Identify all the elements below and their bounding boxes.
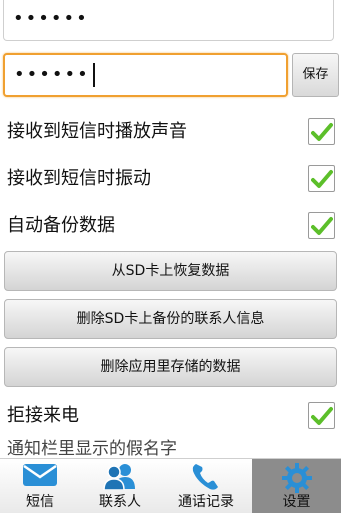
setting-row-auto-backup[interactable]: 自动备份数据 [0,204,341,248]
delete-sd-contacts-button[interactable]: 删除SD卡上备份的联系人信息 [4,299,337,339]
setting-label: 自动备份数据 [7,215,115,236]
tab-contacts[interactable]: 联系人 [80,459,160,513]
tab-label: 通话记录 [178,494,234,510]
tab-label: 设置 [282,494,311,510]
setting-row-sms-sound[interactable]: 接收到短信时播放声音 [0,110,341,154]
tab-settings[interactable]: 设置 [252,459,341,513]
sms-sound-checkbox[interactable] [308,118,335,145]
tab-label: 联系人 [99,494,141,510]
setting-label: 接收到短信时播放声音 [7,121,187,142]
setting-row-sms-vibrate[interactable]: 接收到短信时振动 [0,157,341,201]
setting-label: 拒接来电 [7,405,79,426]
delete-app-data-button[interactable]: 删除应用里存储的数据 [4,347,337,387]
restore-from-sd-button[interactable]: 从SD卡上恢复数据 [4,251,337,291]
tab-sms[interactable]: 短信 [0,459,80,513]
setting-label: 接收到短信时振动 [7,168,151,189]
password-value: •••••• [13,8,89,29]
reject-calls-checkbox[interactable] [308,402,335,429]
gear-icon [281,463,312,493]
password-field-top[interactable]: •••••• [3,0,334,41]
tab-call-log[interactable]: 通话记录 [160,459,252,513]
contacts-icon [103,464,135,490]
checkmark-icon [311,217,333,235]
phone-icon [192,464,218,490]
tab-label: 短信 [26,494,54,510]
text-cursor [92,63,95,87]
bottom-tab-bar: 短信 联系人 通话记录 设置 [0,458,341,513]
fake-name-setting-label[interactable]: 通知栏里显示的假名字 [7,439,177,459]
password-edit-field[interactable]: •••••• [3,53,288,97]
sms-vibrate-checkbox[interactable] [308,165,335,192]
envelope-icon [23,464,57,486]
checkmark-icon [311,170,333,188]
password-edit-value: •••••• [14,64,90,85]
save-button[interactable]: 保存 [292,53,339,97]
checkmark-icon [311,407,333,425]
auto-backup-checkbox[interactable] [308,212,335,239]
checkmark-icon [311,123,333,141]
setting-row-reject-calls[interactable]: 拒接来电 [0,394,341,438]
